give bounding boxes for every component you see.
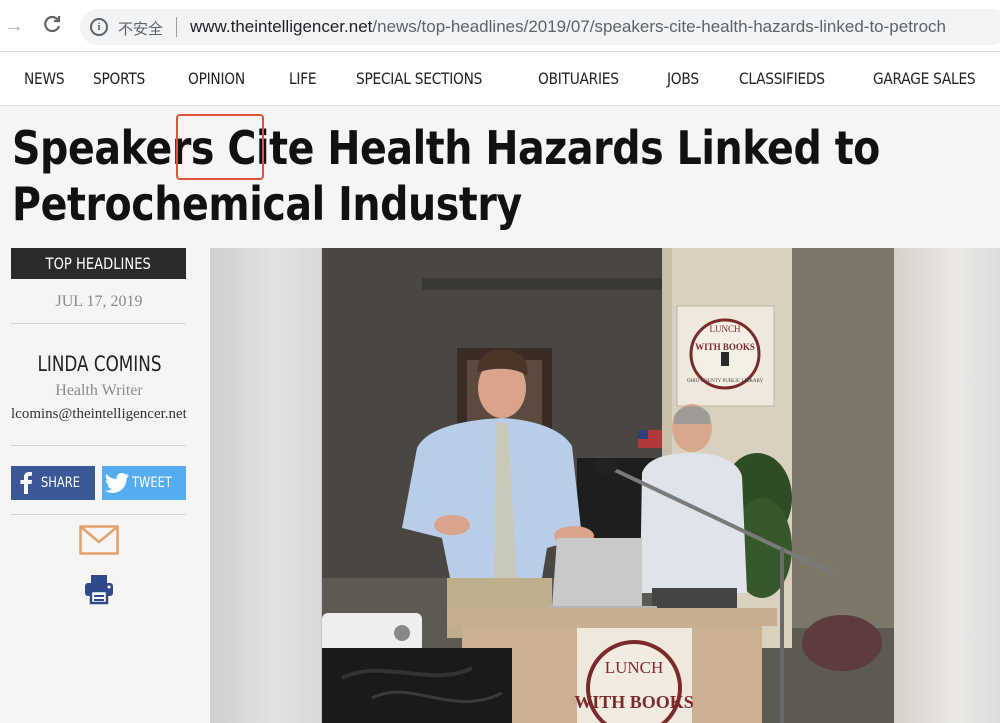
nav-item-jobs[interactable]: JOBS [667,52,699,106]
nav-item-obituaries[interactable]: OBITUARIES [538,52,619,106]
insecure-label: 不安全 [118,20,164,38]
podium-sign-subtitle: WITH BOOKS [574,692,694,712]
article-sidebar: TOP HEADLINES JUL 17, 2019 LINDA COMINS … [11,248,187,605]
nav-item-special-sections[interactable]: SPECIAL SECTIONS [356,52,482,106]
photo-illustration: LUNCH WITH BOOKS OHIO COUNTY PUBLIC LIBR… [322,248,894,723]
article-headline: Speakers Cite Health Hazards Linked to P… [12,120,992,232]
url-path: /news/top-headlines/2019/07/speakers-cit… [372,17,946,36]
reload-icon[interactable] [40,14,64,38]
url-text[interactable]: www.theintelligencer.net/news/top-headli… [190,17,946,37]
nav-item-classifieds[interactable]: CLASSIFIEDS [739,52,825,106]
url-host: www.theintelligencer.net [190,17,373,36]
highlight-box [176,114,264,180]
facebook-share-label: SHARE [41,475,81,491]
author-role: Health Writer [55,382,143,399]
print-icon[interactable] [83,573,115,605]
article-photo: LUNCH WITH BOOKS OHIO COUNTY PUBLIC LIBR… [322,248,894,723]
facebook-share-button[interactable]: SHARE [11,466,95,500]
address-bar[interactable]: i 不安全 www.theintelligencer.net/news/top-… [80,9,1000,45]
share-buttons: SHARE TWEET [11,466,186,500]
author-email[interactable]: lcomins@theintelligencer.net [11,406,187,423]
section-tag[interactable]: TOP HEADLINES [11,248,186,279]
divider [11,445,186,446]
divider [11,514,186,515]
poster-title: LUNCH [710,324,741,334]
nav-item-sports[interactable]: SPORTS [93,52,145,106]
podium-sign-title: LUNCH [605,658,664,677]
nav-item-opinion[interactable]: OPINION [188,52,245,106]
back-arrow-icon[interactable]: → [2,14,26,38]
poster-subtitle: WITH BOOKS [695,342,755,352]
email-icon[interactable] [79,525,119,555]
facebook-icon [11,466,41,500]
author-name[interactable]: LINDA COMINS [11,352,187,376]
poster-library: OHIO COUNTY PUBLIC LIBRARY [687,379,764,384]
twitter-share-button[interactable]: TWEET [102,466,186,500]
info-icon[interactable]: i [90,18,108,36]
twitter-share-label: TWEET [132,475,172,491]
nav-item-news[interactable]: NEWS [24,52,65,106]
section-tag-label: TOP HEADLINES [45,254,152,273]
author-name-text: LINDA COMINS [37,352,161,376]
twitter-icon [102,466,132,500]
nav-item-life[interactable]: LIFE [289,52,317,106]
backdrop-right [894,248,1000,723]
divider [11,323,186,324]
nav-item-garage-sales[interactable]: GARAGE SALES [873,52,976,106]
address-separator [176,17,177,37]
publish-date: JUL 17, 2019 [55,293,143,310]
browser-toolbar: → i 不安全 www.theintelligencer.net/news/to… [0,0,1000,52]
site-navigation: NEWS SPORTS OPINION LIFE SPECIAL SECTION… [0,52,1000,106]
